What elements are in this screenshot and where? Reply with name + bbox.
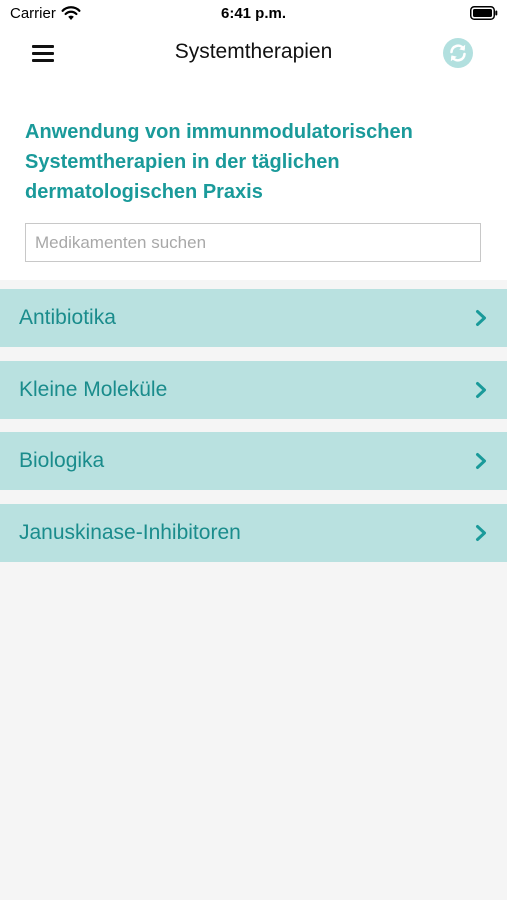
- list-item-label: Januskinase-Inhibitoren: [19, 521, 241, 544]
- list-item-biologika[interactable]: Biologika: [0, 432, 507, 490]
- refresh-icon: [443, 38, 473, 68]
- page-title: Systemtherapien: [174, 40, 333, 63]
- status-bar: Carrier 6:41 p.m.: [0, 0, 507, 28]
- battery-icon: [470, 6, 498, 20]
- heading-line-1: Anwendung von immunmodulatorischen: [25, 121, 413, 143]
- list-item-antibiotika[interactable]: Antibiotika: [0, 289, 507, 347]
- chevron-right-icon: [476, 525, 486, 541]
- chevron-right-icon: [476, 310, 486, 326]
- chevron-right-icon: [476, 453, 486, 469]
- clock: 6:41 p.m.: [220, 5, 287, 22]
- heading-line-2: Systemtherapien in der täglichen: [25, 151, 340, 173]
- nav-bar: Systemtherapien: [0, 30, 507, 76]
- refresh-button[interactable]: [442, 37, 474, 69]
- page-heading: Anwendung von immunmodulatorischen Syste…: [25, 117, 495, 207]
- search-input[interactable]: [25, 223, 481, 262]
- list-item-januskinase-inhibitoren[interactable]: Januskinase-Inhibitoren: [0, 504, 507, 562]
- heading-line-3: dermatologischen Praxis: [25, 181, 263, 203]
- list-item-kleine-molekuele[interactable]: Kleine Moleküle: [0, 361, 507, 419]
- list-item-label: Antibiotika: [19, 306, 116, 329]
- list-item-label: Kleine Moleküle: [19, 378, 168, 401]
- chevron-right-icon: [476, 382, 486, 398]
- list-item-label: Biologika: [19, 449, 105, 472]
